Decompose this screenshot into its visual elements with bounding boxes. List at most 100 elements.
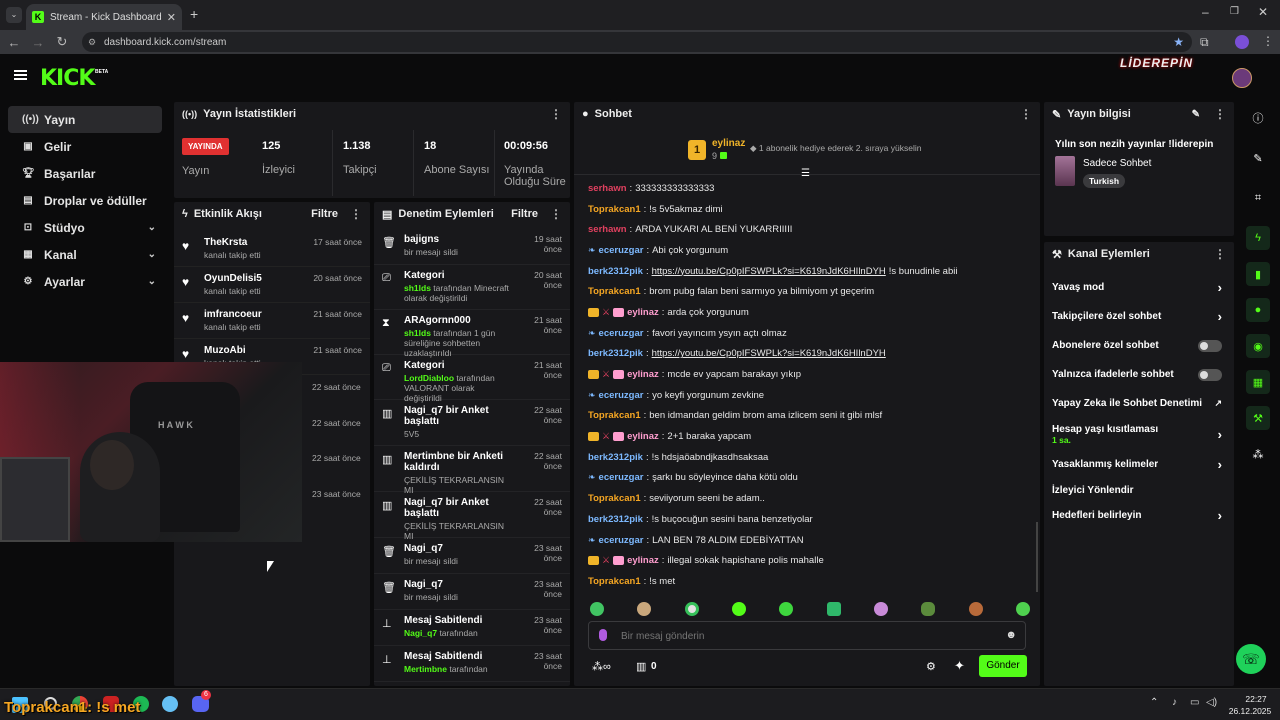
sidebar-item-studyo[interactable]: ⊡ Stüdyo ⌄ [8,214,162,241]
more-options-icon[interactable]: ⋮ [350,207,362,221]
filter-button[interactable]: Filtre [511,208,538,220]
chat-scrollbar[interactable] [1036,522,1038,592]
chat-icon[interactable]: ● [1246,298,1270,322]
browser-tab[interactable]: K Stream - Kick Dashboard ✕ [26,4,182,30]
event-item[interactable]: ♥ OyunDelisi5 kanalı takip etti 20 saat önc… [174,267,370,303]
action-emote-only[interactable]: Yalnızca ifadelerle sohbet [1044,360,1234,389]
emote-icon[interactable] [684,602,699,616]
more-options-icon[interactable]: ⋮ [1214,247,1226,261]
chat-message[interactable]: ❧ eceruzgar: Abi çok yorgunum [574,240,1040,261]
site-info-icon[interactable]: ⚙ [88,37,96,48]
category-name[interactable]: Sadece Sohbet [1083,158,1151,169]
mod-item[interactable]: 🗑︎ Nagi_q7 bir mesajı sildi 23 saat önce [374,538,570,574]
clipboard-icon[interactable]: ▮ [1246,262,1270,286]
action-subscribers-only[interactable]: Abonelere özel sohbet [1044,331,1234,360]
extensions-icon[interactable]: ⧉ [1200,35,1209,50]
lightning-icon[interactable]: ϟ [1246,226,1270,250]
filter-button[interactable]: Filtre [311,208,338,220]
user-avatar[interactable] [1232,68,1252,88]
close-tab-icon[interactable]: ✕ [167,11,176,24]
action-followers-only[interactable]: Takipçilere özel sohbet › [1044,302,1234,331]
chat-message[interactable]: ❧ eceruzgar: şarkı bu söyleyince daha kötü… [574,468,1040,489]
reload-icon[interactable]: ↻ [54,34,70,50]
close-window-button[interactable]: ✕ [1258,5,1268,19]
mod-item[interactable]: ⎚ Kategori sh1lds tarafından Minecraft ola… [374,265,570,310]
clock-time[interactable]: 22:27 [1236,694,1276,704]
chat-message[interactable]: ❧ eceruzgar: LAN BEN 78 ALDIM EDEBİYATTAN [574,530,1040,551]
maximize-button[interactable]: ❐ [1230,6,1239,17]
chat-message[interactable]: ⚔ eylinaz: arda çok yorgunum [574,302,1040,323]
steam-icon[interactable] [162,696,178,712]
chat-message[interactable]: berk2312pik: https://youtu.be/Cp0pIFSWPLk… [574,261,1040,282]
more-options-icon[interactable]: ⋮ [550,107,562,121]
emote-icon[interactable] [637,602,652,616]
chat-settings-icon[interactable]: ⚙ [926,660,936,673]
chat-tools-icon[interactable]: ⁂∞ [592,660,611,673]
sidebar-item-kanal[interactable]: ▦ Kanal ⌄ [8,241,162,268]
mod-item[interactable]: ▥ Nagi_q7 bir Anket başlattı ÇEKİLİŞ TEKRA… [374,492,570,541]
emote-only-toggle[interactable] [1198,368,1222,381]
chat-message[interactable]: berk2312pik: !s buçocuğun sesini bana ben… [574,509,1040,530]
chat-message[interactable]: ❧ eceruzgar: favori yayıncım ysyın açtı ol… [574,323,1040,344]
layout-icon[interactable]: ▦ [1246,370,1270,394]
chat-username[interactable]: eylinaz [627,369,659,380]
sidebar-item-yayin[interactable]: ((•)) Yayın [8,106,162,133]
broadcast-icon[interactable]: ◉ [1246,334,1270,358]
sidebar-item-ayarlar[interactable]: ⚙ Ayarlar ⌄ [8,268,162,295]
mod-item[interactable]: ⎚ Kategori LordDiabloo tarafından VALORANT… [374,355,570,403]
sidebar-item-droplar[interactable]: ▤ Droplar ve ödüller [8,187,162,214]
action-goals[interactable]: Hedefleri belirleyin › [1044,501,1234,530]
chat-username[interactable]: eylinaz [627,307,659,318]
chat-message[interactable]: ❧ eceruzgar: yo keyfi yorgunum zevkine [574,385,1040,406]
tab-list-button[interactable]: ⌄ [6,7,22,23]
chat-message[interactable]: Toprakcan1: !s 5v5akmaz dimi [574,199,1040,220]
chat-username[interactable]: berk2312pik [588,266,643,277]
mod-item[interactable]: ⧗ ARAgornn000 sh1lds tarafından 1 gün süre… [374,310,570,358]
crop-icon[interactable]: ⌗ [1246,186,1270,210]
more-options-icon[interactable]: ⋮ [1214,107,1226,121]
action-slow-mode[interactable]: Yavaş mod › [1044,273,1234,302]
emote-icon[interactable] [779,602,794,616]
emoji-picker-icon[interactable]: ☻ [1005,629,1017,641]
subscribers-only-toggle[interactable] [1198,339,1222,352]
support-chat-button[interactable]: ☏ [1236,644,1266,674]
more-options-icon[interactable]: ⋮ [550,207,562,221]
chat-message[interactable]: Toprakcan1: seviiyorum seeni be adam.. [574,488,1040,509]
new-tab-button[interactable]: + [190,6,198,22]
send-button[interactable]: Gönder [979,655,1027,677]
chat-message-field[interactable] [621,628,1001,644]
clock-date[interactable]: 26.12.2025 [1224,706,1276,716]
chat-message[interactable]: Toprakcan1: brom pubg falan beni sarmıyo … [574,281,1040,302]
emote-icon[interactable] [590,602,604,616]
chat-message[interactable]: serhawn:333333333333333 [574,178,1040,199]
volume-icon[interactable]: ◁) [1206,697,1217,708]
mod-item[interactable]: ⊥ Mesaj Sabitlendi Mertimbne tarafından 23 … [374,646,570,682]
chat-username[interactable]: berk2312pik [588,514,643,525]
browser-menu-icon[interactable]: ⋮ [1262,34,1274,48]
chat-message[interactable]: serhawn: ARDA YUKARI AL BENİ YUKARRIIIII [574,219,1040,240]
emote-icon[interactable] [873,602,888,616]
action-account-age[interactable]: Hesap yaşı kısıtlaması 1 sa. › [1044,418,1234,450]
emote-icon[interactable] [731,602,746,616]
hamburger-menu-icon[interactable] [14,70,27,80]
emote-icon[interactable] [826,602,841,616]
chat-link[interactable]: https://youtu.be/Cp0pIFSWPLk?si=K619nJdK… [652,266,886,277]
chat-username[interactable]: eceruzgar [599,245,644,256]
kick-emote-icon[interactable]: ✦ [954,658,965,674]
chat-message[interactable]: Toprakcan1: ben idmandan geldim brom ama … [574,406,1040,427]
chat-username[interactable]: eylinaz [627,431,659,442]
chat-username[interactable]: berk2312pik [588,348,643,359]
chat-username[interactable]: berk2312pik [588,452,643,463]
channel-points-icon[interactable]: ▥ [636,660,646,673]
edit-icon[interactable]: ✎ [1192,109,1200,120]
more-tools-icon[interactable]: ⁂ [1246,442,1270,466]
emote-icon[interactable] [921,602,936,616]
chat-link[interactable]: https://youtu.be/Cp0pIFSWPLk?si=K619nJdK… [652,348,886,359]
kick-logo[interactable]: KICK [40,66,95,91]
chat-username[interactable]: Toprakcan1 [588,204,641,215]
more-options-icon[interactable]: ⋮ [1020,107,1032,121]
chat-message[interactable]: Toprakcan1: !s met [574,571,1040,592]
chat-username[interactable]: Toprakcan1 [588,410,641,421]
profile-avatar[interactable] [1235,35,1249,49]
action-raid[interactable]: İzleyici Yönlendir [1044,479,1234,501]
